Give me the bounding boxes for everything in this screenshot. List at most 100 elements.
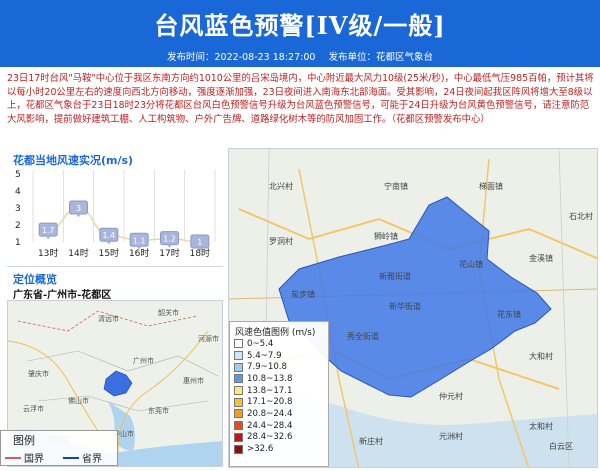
header-meta: 发布时间：2022-08-23 18:27:00 发布单位：花都区气象台 xyxy=(0,49,600,63)
y-tick-label: 2 xyxy=(15,221,21,231)
color-swatch-icon xyxy=(234,351,243,361)
map-place-label: 元洲村 xyxy=(439,431,463,441)
wind-color-legend-label: 13.8~17.1 xyxy=(247,385,293,396)
wind-color-legend-label: 20.8~24.4 xyxy=(247,408,293,419)
color-swatch-icon xyxy=(234,397,243,407)
wind-color-legend-item: 24.4~28.4 xyxy=(234,420,292,432)
national-border-line-icon xyxy=(5,456,21,459)
wind-color-legend-item: 10.8~13.8 xyxy=(234,373,292,385)
x-tick-label: 17时 xyxy=(159,247,179,259)
wind-color-legend-item: 17.1~20.8 xyxy=(234,396,292,408)
map-place-label: 狮岭镇 xyxy=(374,231,398,241)
color-swatch-icon xyxy=(234,432,243,442)
wind-color-legend-label: 28.4~32.6 xyxy=(247,432,293,443)
wind-data-label: 1 xyxy=(197,238,202,247)
color-swatch-icon xyxy=(234,339,243,349)
wind-color-legend: 风速色值图例 (m/s) 0~5.4 5.4~7.9 7.9~10.8 10.8~13… xyxy=(229,321,329,467)
map-place-label: 花东镇 xyxy=(497,309,521,319)
mini-map-place-label: 韶关市 xyxy=(158,308,179,317)
wind-data-label: 1.4 xyxy=(102,231,115,240)
wind-color-legend-label: 7.9~10.8 xyxy=(247,362,288,373)
publish-time: 发布时间：2022-08-23 18:27:00 xyxy=(167,52,316,63)
mini-map-place-label: 惠州市 xyxy=(183,376,204,385)
wind-data-point[interactable]: 1.1 xyxy=(129,232,149,250)
mini-map-place-label: 清远市 xyxy=(98,314,119,323)
wind-data-point[interactable]: 1.7 xyxy=(38,222,58,240)
wind-color-legend-item: 13.8~17.1 xyxy=(234,385,292,397)
y-tick-label: 5 xyxy=(15,170,21,180)
wind-color-legend-label: 17.1~20.8 xyxy=(247,397,293,408)
legend-province-border: 省界 xyxy=(63,450,102,465)
warning-description: 23日17时台风"马鞍"中心位于我区东南方向约1010公里的吕宋岛境内，中心附近… xyxy=(7,73,594,125)
mini-map-place-label: 佛山市 xyxy=(68,396,89,405)
wind-data-point[interactable]: 1.4 xyxy=(99,227,119,245)
map-place-label: 花山镇 xyxy=(459,259,483,269)
map-place-label: 大和村 xyxy=(529,351,553,361)
map-place-label: 秀全街道 xyxy=(347,331,379,341)
location-title: 定位概览 xyxy=(13,273,57,286)
map-place-label: 罗洞村 xyxy=(269,236,293,246)
map-legend: 图例 国界 省界 xyxy=(0,430,118,466)
x-tick-label: 18时 xyxy=(190,247,210,259)
map-place-label: 梯面镇 xyxy=(479,181,503,191)
x-tick-label: 13时 xyxy=(38,247,58,259)
map-place-label: 新雅街道 xyxy=(379,271,411,281)
wind-color-legend-label: 10.8~13.8 xyxy=(247,373,293,384)
x-tick-label: 15时 xyxy=(99,247,119,259)
map-legend-title: 图例 xyxy=(13,434,35,447)
wind-color-legend-item: 0~5.4 xyxy=(234,338,292,350)
map-place-label: 石北村 xyxy=(569,211,593,221)
color-swatch-icon xyxy=(234,362,243,372)
wind-data-point[interactable]: 3 xyxy=(69,200,88,217)
mini-map-place-label: 广州市 xyxy=(133,356,154,365)
location-region: 广东省-广州市-花都区 xyxy=(13,290,112,301)
wind-data-label: 1.7 xyxy=(42,226,55,235)
map-place-label: 北兴村 xyxy=(269,181,293,191)
wind-color-legend-title: 风速色值图例 (m/s) xyxy=(235,328,316,338)
map-place-label: 宁南镇 xyxy=(384,181,408,191)
left-panel: 花都当地风速实况(m/s) 1 2 3 4 5 1.7 3 1.4 1.1 1.2 1 13时 14时 1… xyxy=(7,148,223,467)
map-place-label: 金溪镇 xyxy=(529,253,553,263)
wind-color-legend-label: 5.4~7.9 xyxy=(247,350,282,361)
mini-map-place-label: 肇庆市 xyxy=(28,369,49,378)
map-place-label: 白云区 xyxy=(549,441,573,451)
color-swatch-icon xyxy=(234,444,243,454)
wind-color-legend-item: 20.8~24.4 xyxy=(234,408,292,420)
page-title: 台风蓝色预警[IV级/一般] xyxy=(154,11,446,40)
wind-data-label: 1.1 xyxy=(133,236,146,245)
y-tick-label: 3 xyxy=(15,204,21,214)
color-swatch-icon xyxy=(234,386,243,396)
color-swatch-icon xyxy=(234,374,243,384)
mini-map-place-label: 东莞市 xyxy=(148,406,169,415)
wind-color-legend-label: 24.4~28.4 xyxy=(247,420,293,431)
header-banner: 台风蓝色预警[IV级/一般] 发布时间：2022-08-23 18:27:00 … xyxy=(0,0,600,67)
wind-color-legend-label: >32.6 xyxy=(247,444,274,455)
wind-color-legend-rows: 0~5.4 5.4~7.9 7.9~10.8 10.8~13.8 13.8~17.1 17… xyxy=(234,338,292,455)
province-border-line-icon xyxy=(63,456,79,459)
color-swatch-icon xyxy=(234,409,243,419)
map-place-label: 太和村 xyxy=(529,421,553,431)
wind-color-legend-item: 28.4~32.6 xyxy=(234,432,292,444)
wind-speed-chart: 1 2 3 4 5 1.7 3 1.4 1.1 1.2 1 13时 14时 15时 16时 17时 18时 xyxy=(15,170,216,259)
mini-map-place-label: 河源市 xyxy=(198,334,219,343)
legend-national-border: 国界 xyxy=(5,450,44,465)
map-place-label: 新华街道 xyxy=(389,301,421,311)
wind-speed-panel: 花都当地风速实况(m/s) 1 2 3 4 5 1.7 3 1.4 1.1 1.2 1 13时 14时 1… xyxy=(7,148,223,263)
wind-data-label: 1.2 xyxy=(163,235,176,244)
color-swatch-icon xyxy=(234,421,243,431)
map-place-label: 仲元村 xyxy=(439,391,463,401)
wind-color-legend-item: 7.9~10.8 xyxy=(234,361,292,373)
wind-data-label: 3 xyxy=(76,204,81,213)
x-tick-label: 14时 xyxy=(68,247,88,259)
wind-data-point[interactable]: 1.2 xyxy=(160,231,179,248)
map-place-label: 炭步镇 xyxy=(291,289,315,299)
wind-color-legend-item: 5.4~7.9 xyxy=(234,350,292,362)
wind-color-legend-item: >32.6 xyxy=(234,443,292,455)
y-tick-label: 1 xyxy=(15,238,21,248)
map-place-label: 新庄村 xyxy=(359,436,383,446)
x-tick-label: 16时 xyxy=(129,247,149,259)
y-tick-label: 4 xyxy=(15,187,21,197)
mini-map-place-label: 云浮市 xyxy=(23,404,44,413)
wind-color-legend-label: 0~5.4 xyxy=(247,338,274,349)
publisher: 发布单位：花都区气象台 xyxy=(328,52,433,63)
